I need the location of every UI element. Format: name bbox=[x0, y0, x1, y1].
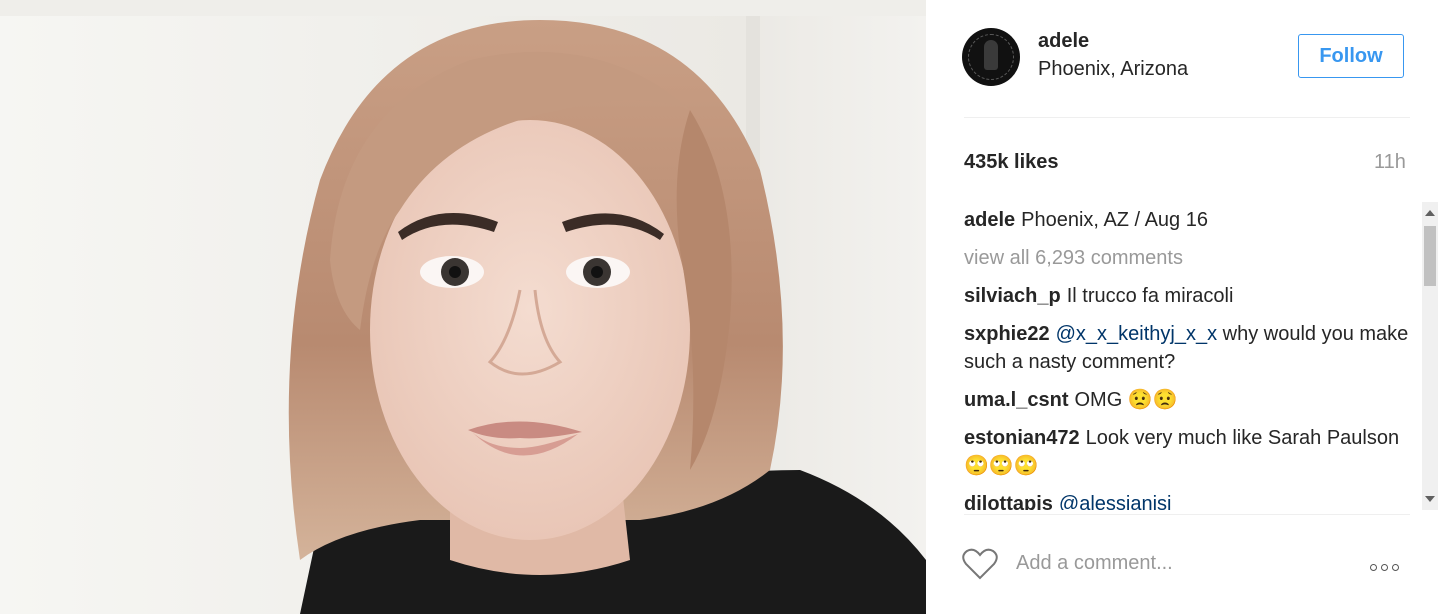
comment-mention[interactable]: @alessianisi bbox=[1059, 493, 1172, 510]
scroll-down-icon[interactable] bbox=[1425, 496, 1435, 502]
list-item: silviach_p Il trucco fa miracoli bbox=[964, 282, 1418, 310]
list-item: dilottapis @alessianisi bbox=[964, 490, 1418, 510]
comment-bar bbox=[962, 544, 1408, 584]
post-details-panel: adele Phoenix, Arizona Follow 435k likes… bbox=[926, 0, 1442, 614]
location-link[interactable]: Phoenix, Arizona bbox=[1038, 58, 1188, 81]
likes-count[interactable]: 435k likes bbox=[964, 151, 1059, 174]
comment-username[interactable]: uma.l_csnt bbox=[964, 389, 1068, 411]
avatar-figure bbox=[984, 40, 998, 70]
caption-username[interactable]: adele bbox=[964, 209, 1015, 231]
list-item: uma.l_csnt OMG 😟😟 bbox=[964, 386, 1418, 414]
heart-icon[interactable] bbox=[962, 548, 998, 580]
comment-username[interactable]: estonian472 bbox=[964, 427, 1080, 449]
add-comment-input[interactable] bbox=[1016, 548, 1346, 578]
comment-username[interactable]: silviach_p bbox=[964, 285, 1061, 307]
follow-button[interactable]: Follow bbox=[1298, 34, 1404, 78]
comment-text: OMG 😟😟 bbox=[1074, 389, 1178, 411]
post-header: adele Phoenix, Arizona Follow bbox=[962, 26, 1408, 90]
view-all-comments-link[interactable]: view all 6,293 comments bbox=[964, 244, 1418, 272]
comment-text: Il trucco fa miracoli bbox=[1066, 285, 1234, 307]
portrait-image bbox=[0, 0, 926, 614]
username-link[interactable]: adele bbox=[1038, 30, 1089, 53]
caption: adele Phoenix, AZ / Aug 16 bbox=[964, 206, 1418, 234]
dot bbox=[1392, 564, 1399, 571]
dot bbox=[1370, 564, 1377, 571]
post-photo[interactable] bbox=[0, 0, 926, 614]
comments-list[interactable]: adele Phoenix, AZ / Aug 16 view all 6,293… bbox=[964, 206, 1418, 510]
comments-divider bbox=[964, 514, 1410, 515]
header-divider bbox=[964, 117, 1410, 118]
list-item: estonian472 Look very much like Sarah Pau… bbox=[964, 424, 1418, 480]
list-item: sxphie22 @x_x_keithyj_x_x why would you m… bbox=[964, 320, 1418, 376]
scrollbar-thumb[interactable] bbox=[1424, 226, 1436, 286]
comment-username[interactable]: sxphie22 bbox=[964, 323, 1050, 345]
comment-username[interactable]: dilottapis bbox=[964, 493, 1053, 510]
post-timestamp[interactable]: 11h bbox=[1374, 151, 1406, 174]
scroll-up-icon[interactable] bbox=[1425, 210, 1435, 216]
comment-mention[interactable]: @x_x_keithyj_x_x bbox=[1056, 323, 1217, 345]
comments-scrollbar[interactable] bbox=[1422, 202, 1438, 510]
more-options-icon[interactable] bbox=[1370, 558, 1410, 571]
caption-text: Phoenix, AZ / Aug 16 bbox=[1021, 209, 1208, 231]
avatar[interactable] bbox=[962, 28, 1020, 86]
dot bbox=[1381, 564, 1388, 571]
